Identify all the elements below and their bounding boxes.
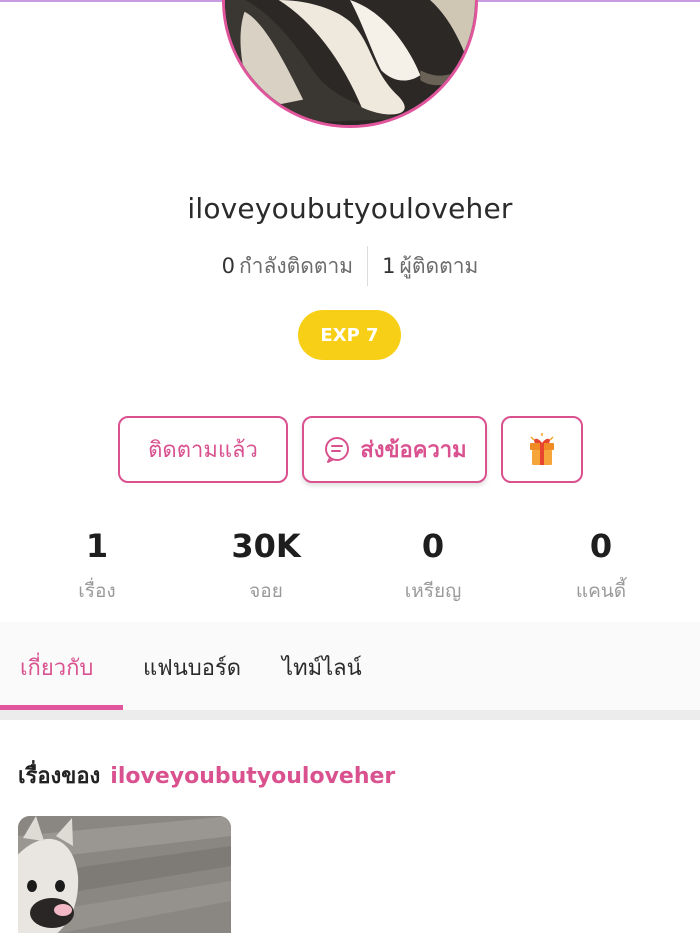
stat-value: 30K: [231, 527, 301, 565]
stat-joy[interactable]: 30K จอย: [196, 524, 336, 606]
stat-label: แคนดี้: [575, 580, 627, 602]
stories-title-text: เรื่องของ: [18, 764, 101, 789]
chat-bubble-icon: [325, 436, 350, 463]
send-message-button[interactable]: ส่งข้อความ: [302, 416, 487, 483]
stat-label: เรื่อง: [78, 580, 116, 602]
stat-value: 1: [85, 527, 109, 565]
follow-stats: 0 กำลังติดตาม 1 ผู้ติดตาม: [0, 246, 700, 286]
gift-button[interactable]: [501, 416, 583, 483]
tab-timeline[interactable]: ไทม์ไลน์: [282, 650, 362, 685]
story-card-thumbnail[interactable]: [18, 816, 231, 933]
stat-candy[interactable]: 0 แคนดี้: [531, 524, 671, 606]
following-label: กำลังติดตาม: [238, 253, 354, 278]
stat-value: 0: [589, 527, 613, 565]
following-count: 0: [221, 254, 235, 278]
section-divider: [0, 710, 700, 720]
profile-stats: 1 เรื่อง 30K จอย 0 เหรียญ 0 แคนดี้: [0, 524, 700, 614]
followers-stat[interactable]: 1 ผู้ติดตาม: [368, 250, 492, 283]
stat-label: จอย: [249, 580, 283, 602]
gift-icon: [530, 432, 554, 465]
stories-section-title: เรื่องของ iloveyoubutyouloveher: [18, 758, 395, 793]
profile-avatar[interactable]: [222, 0, 478, 128]
followers-label: ผู้ติดตาม: [399, 253, 479, 278]
followers-count: 1: [382, 254, 396, 278]
stories-owner-name[interactable]: iloveyoubutyouloveher: [110, 764, 395, 789]
profile-tabs: เกี่ยวกับ แฟนบอร์ด ไทม์ไลน์: [0, 622, 700, 710]
tab-about[interactable]: เกี่ยวกับ: [20, 650, 93, 685]
stat-label: เหรียญ: [404, 580, 462, 602]
send-message-label: ส่งข้อความ: [360, 438, 467, 463]
following-stat[interactable]: 0 กำลังติดตาม: [208, 250, 368, 283]
profile-username: iloveyoubutyouloveher: [187, 192, 513, 225]
following-button[interactable]: ติดตามแล้ว: [118, 416, 288, 483]
tab-fanboard[interactable]: แฟนบอร์ด: [143, 650, 241, 685]
stat-value: 0: [421, 527, 445, 565]
stat-stories[interactable]: 1 เรื่อง: [27, 524, 167, 606]
stat-coins[interactable]: 0 เหรียญ: [363, 524, 503, 606]
exp-badge: EXP 7: [298, 310, 401, 360]
